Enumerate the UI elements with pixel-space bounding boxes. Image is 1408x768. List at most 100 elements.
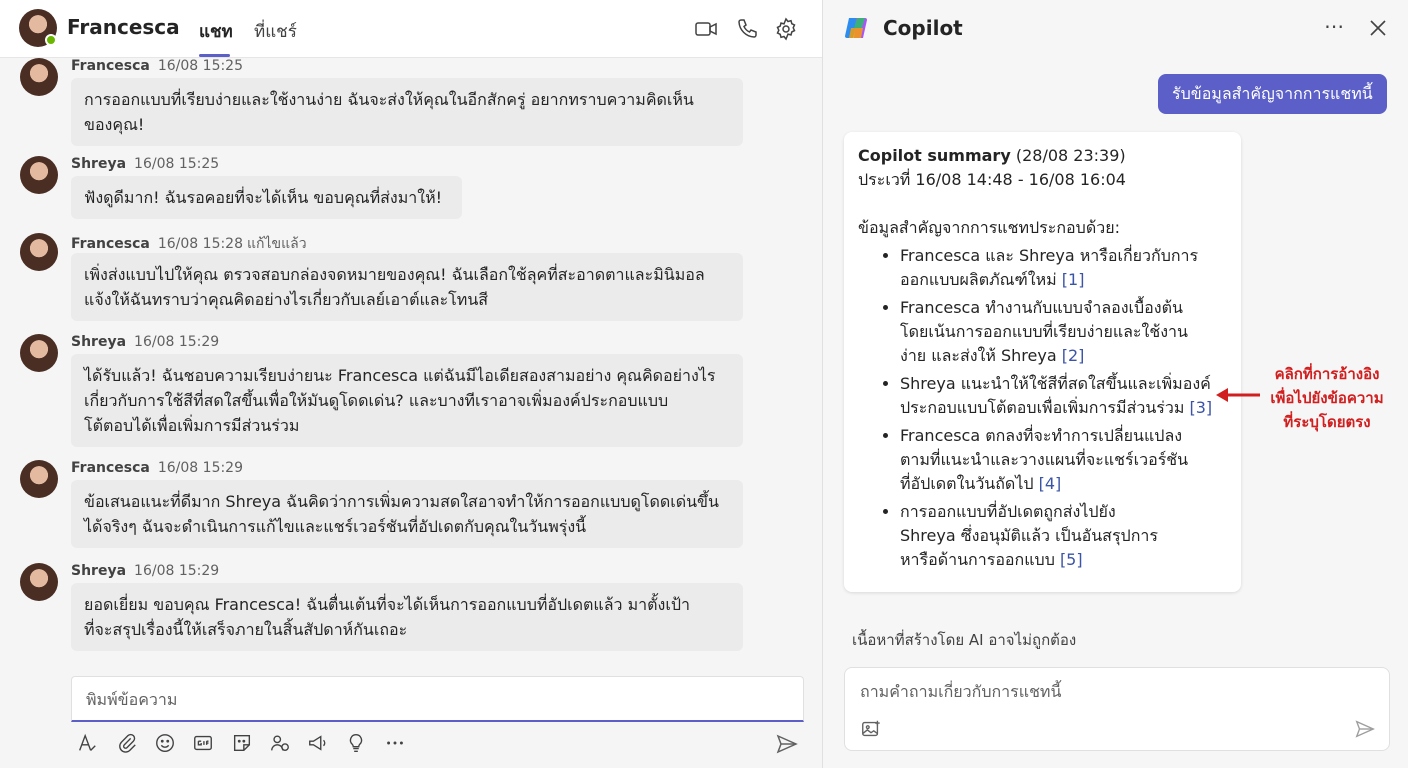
praise-megaphone-icon[interactable] (307, 732, 331, 756)
sender-name: Shreya (71, 334, 127, 350)
message-line: ได้จริงๆ ฉันจะดำเนินการแก้ไขและแชร์เวอร์… (84, 517, 587, 536)
ai-disclaimer: เนื้อหาที่สร้างโดย AI อาจไม่ถูกต้อง (852, 631, 1077, 649)
contact-name[interactable]: Francesca (67, 15, 180, 39)
summary-line: Francesca ตกลงที่จะทำการเปลี่ยนแปลง (900, 426, 1183, 445)
summary-card: Copilot summary (28/08 23:39) ประเวที่ 1… (844, 132, 1241, 592)
message-list[interactable]: Francesca 16/08 15:25 การออกแบบที่เรียบง่… (0, 58, 822, 668)
summary-line: ประกอบแบบโต้ตอบเพื่อเพิ่มการมีส่วนร่วม (900, 398, 1185, 417)
attach-paperclip-icon[interactable] (116, 732, 140, 756)
message-bubble[interactable]: การออกแบบที่เรียบง่ายและใช้งานง่าย ฉันจะ… (71, 78, 743, 146)
message-line: ที่จะสรุปเรื่องนี้ให้เสร็จภายในสิ้นสัปดา… (84, 620, 408, 639)
message-time: 16/08 15:28 (157, 236, 244, 252)
message-time: 16/08 15:29 (134, 334, 220, 350)
compose-box[interactable] (71, 676, 804, 722)
annotation-arrow-icon (1216, 388, 1260, 402)
presence-available-icon (45, 34, 57, 46)
active-tab-indicator (199, 54, 230, 57)
sender-avatar[interactable] (20, 233, 58, 271)
message-meta: Francesca 16/08 15:25 (71, 58, 243, 74)
message-time: 16/08 15:25 (134, 156, 220, 172)
message-bubble[interactable]: ได้รับแล้ว! ฉันชอบความเรียบง่ายนะ France… (71, 354, 743, 447)
copilot-question-input[interactable] (858, 678, 1358, 704)
send-icon[interactable] (775, 732, 799, 756)
message-line: ได้รับแล้ว! ฉันชอบความเรียบง่ายนะ France… (84, 366, 716, 385)
summary-line: Francesca ทำงานกับแบบจำลองเบื้องต้น (900, 298, 1183, 317)
more-options-icon[interactable] (384, 732, 408, 756)
summary-line: ออกแบบผลิตภัณฑ์ใหม่ (900, 270, 1057, 289)
sender-name: Francesca (71, 460, 150, 476)
copilot-logo-icon (843, 14, 871, 42)
loop-component-icon[interactable] (269, 732, 293, 756)
summary-line: หารือด้านการออกแบบ (900, 550, 1055, 569)
emoji-icon[interactable] (154, 732, 178, 756)
annotation-line: เพื่อไปยังข้อความ (1270, 389, 1384, 407)
ideas-lightbulb-icon[interactable] (345, 732, 369, 756)
summary-item: Francesca ทำงานกับแบบจำลองเบื้องต้น โดยเ… (900, 296, 1227, 368)
summary-time-range: ประเวที่ 16/08 14:48 - 16/08 16:04 (858, 170, 1126, 189)
user-prompt-bubble: รับข้อมูลสำคัญจากการแชทนี้ (1158, 74, 1387, 114)
message-meta: Francesca 16/08 15:29 (71, 460, 243, 476)
message-line: การออกแบบที่เรียบง่ายและใช้งานง่าย ฉันจะ… (84, 90, 694, 109)
summary-line: ตามที่แนะนำและวางแผนที่จะแชร์เวอร์ชัน (900, 450, 1189, 469)
summary-title: Copilot summary (28/08 23:39) (858, 144, 1227, 168)
summary-date: (28/08 23:39) (1015, 146, 1126, 165)
citation-link[interactable]: [3] (1189, 398, 1212, 417)
summary-heading: Copilot summary (858, 146, 1011, 165)
summary-line: Francesca และ Shreya หารือเกี่ยวกับการ (900, 246, 1199, 265)
summary-item: การออกแบบที่อัปเดตถูกส่งไปยัง Shreya ซึ่… (900, 500, 1227, 572)
copilot-compose-box[interactable] (844, 667, 1390, 751)
summary-intro: ข้อมูลสำคัญจากการแชทประกอบด้วย: (858, 218, 1120, 237)
tab-chat[interactable]: แชท (199, 18, 233, 45)
message-line: ของคุณ! (84, 115, 145, 134)
summary-line: ที่อัปเดตในวันถัดไป (900, 474, 1034, 493)
settings-gear-icon[interactable] (774, 17, 798, 41)
message-bubble[interactable]: ข้อเสนอแนะที่ดีมาก Shreya ฉันคิดว่าการเพ… (71, 480, 743, 548)
message-time: 16/08 15:29 (134, 563, 220, 579)
message-meta: Francesca 16/08 15:28 แก้ไขแล้ว (71, 233, 307, 255)
sender-avatar[interactable] (20, 563, 58, 601)
more-options-icon[interactable]: ⋯ (1322, 16, 1346, 40)
sender-name: Francesca (71, 58, 150, 74)
send-icon[interactable] (1354, 718, 1376, 740)
annotation-line: ที่ระบุโดยตรง (1283, 413, 1371, 431)
message-line: ข้อเสนอแนะที่ดีมาก Shreya ฉันคิดว่าการเพ… (84, 492, 719, 511)
message-bubble[interactable]: ฟังดูดีมาก! ฉันรอคอยที่จะได้เห็น ขอบคุณท… (71, 176, 462, 219)
summary-line: Shreya ซึ่งอนุมัติแล้ว เป็นอันสรุปการ (900, 526, 1158, 545)
sender-avatar[interactable] (20, 460, 58, 498)
add-image-icon[interactable] (860, 718, 882, 740)
message-meta: Shreya 16/08 15:29 (71, 334, 219, 350)
edited-label: แก้ไขแล้ว (247, 236, 307, 252)
citation-link[interactable]: [4] (1039, 474, 1062, 493)
sender-name: Shreya (71, 156, 127, 172)
summary-list: Francesca และ Shreya หารือเกี่ยวกับการ อ… (858, 244, 1227, 572)
video-call-icon[interactable] (694, 17, 718, 41)
chat-panel: Francesca แชท ที่แชร์ Francesca 16/08 15:… (0, 0, 822, 768)
annotation-callout: คลิกที่การอ้างอิง เพื่อไปยังข้อความ ที่ร… (1262, 362, 1392, 434)
tab-shared[interactable]: ที่แชร์ (254, 18, 297, 45)
summary-item: Francesca ตกลงที่จะทำการเปลี่ยนแปลง ตามท… (900, 424, 1227, 496)
format-text-icon[interactable] (76, 732, 100, 756)
close-icon[interactable] (1366, 16, 1390, 40)
summary-line: การออกแบบที่อัปเดตถูกส่งไปยัง (900, 502, 1116, 521)
message-time: 16/08 15:25 (157, 58, 244, 74)
sender-avatar[interactable] (20, 58, 58, 96)
summary-line: โดยเน้นการออกแบบที่เรียบง่ายและใช้งาน (900, 322, 1188, 341)
citation-link[interactable]: [2] (1062, 346, 1085, 365)
message-time: 16/08 15:29 (157, 460, 244, 476)
message-meta: Shreya 16/08 15:25 (71, 156, 219, 172)
message-line: โต้ตอบได้เพื่อเพิ่มการมีส่วนร่วม (84, 416, 300, 435)
sticker-icon[interactable] (231, 732, 255, 756)
message-bubble[interactable]: เพิ่งส่งแบบไปให้คุณ ตรวจสอบกล่องจดหมายขอ… (71, 253, 743, 321)
message-meta: Shreya 16/08 15:29 (71, 563, 219, 579)
summary-item: Francesca และ Shreya หารือเกี่ยวกับการ อ… (900, 244, 1227, 292)
gif-icon[interactable] (192, 732, 216, 756)
sender-avatar[interactable] (20, 334, 58, 372)
citation-link[interactable]: [1] (1062, 270, 1085, 289)
message-bubble[interactable]: ยอดเยี่ยม ขอบคุณ Francesca! ฉันตื่นเต้นท… (71, 583, 743, 651)
sender-name: Francesca (71, 236, 150, 252)
citation-link[interactable]: [5] (1060, 550, 1083, 569)
sender-avatar[interactable] (20, 156, 58, 194)
message-input[interactable] (84, 685, 784, 713)
phone-call-icon[interactable] (735, 17, 759, 41)
chat-header: Francesca แชท ที่แชร์ (0, 0, 822, 58)
